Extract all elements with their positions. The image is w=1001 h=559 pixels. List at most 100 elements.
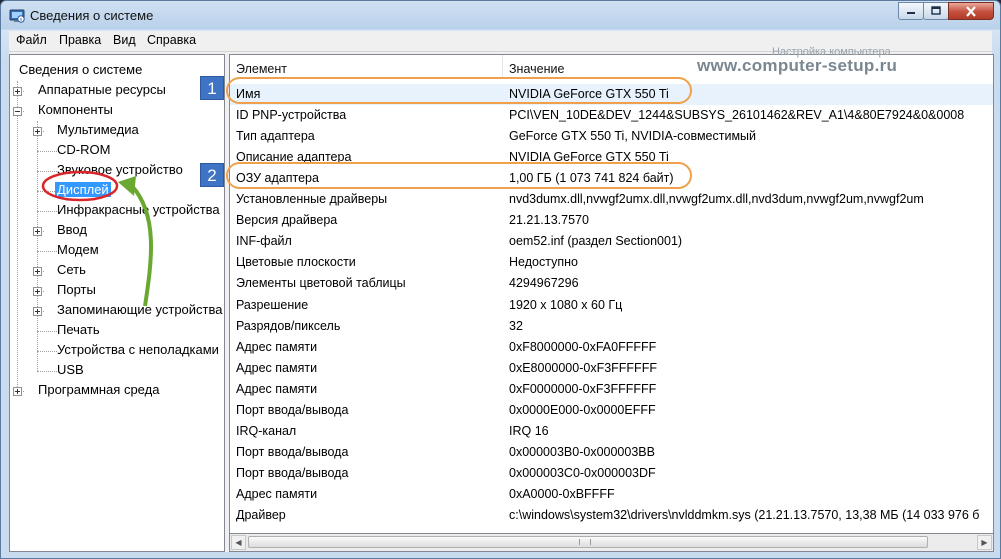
row-item-name: Цветовые плоскости bbox=[236, 255, 356, 270]
row-item-name: Адрес памяти bbox=[236, 360, 318, 375]
column-header-item[interactable]: Элемент bbox=[230, 55, 503, 77]
expand-multimedia-icon[interactable] bbox=[33, 127, 42, 136]
row-item-value: 32 bbox=[509, 318, 523, 333]
row-item-value: 0x000003C0-0x000003DF bbox=[509, 465, 656, 480]
row-item-name: Порт ввода/вывода bbox=[236, 402, 349, 417]
close-icon bbox=[966, 5, 976, 17]
row-item-name: Версия драйвера bbox=[236, 213, 338, 228]
row-item-value: 0xA0000-0xBFFFF bbox=[509, 486, 615, 501]
collapse-components-icon[interactable] bbox=[13, 107, 22, 116]
tree-item-problem-devices[interactable]: Устройства с неполадками bbox=[57, 342, 219, 357]
horizontal-scrollbar[interactable]: ◀ ▶ bbox=[229, 534, 994, 552]
tree-item-printing[interactable]: Печать bbox=[57, 322, 100, 337]
scrollbar-thumb[interactable] bbox=[248, 536, 928, 548]
row-item-value: nvd3dumx.dll,nvwgf2umx.dll,nvwgf2umx.dll… bbox=[509, 192, 924, 207]
system-info-app-icon bbox=[9, 9, 25, 23]
annotation-badge-1: 1 bbox=[200, 76, 224, 100]
row-item-value: GeForce GTX 550 Ti, NVIDIA-совместимый bbox=[509, 129, 757, 144]
table-row[interactable]: Адрес памяти 0xA0000-0xBFFFF bbox=[230, 484, 993, 505]
expand-hardware-icon[interactable] bbox=[13, 87, 22, 96]
tree-item-components[interactable]: Компоненты bbox=[38, 102, 113, 117]
row-item-value: 0xF8000000-0xFA0FFFFF bbox=[509, 339, 657, 354]
row-item-name: Порт ввода/вывода bbox=[236, 444, 349, 459]
table-row[interactable]: Драйвер c:\windows\system32\drivers\nvldd… bbox=[230, 505, 993, 526]
tree-item-infrared[interactable]: Инфракрасные устройства bbox=[57, 202, 220, 217]
table-row[interactable]: Версия драйвера 21.21.13.7570 bbox=[230, 210, 993, 231]
row-item-value: 1920 x 1080 x 60 Гц bbox=[509, 297, 623, 312]
details-list[interactable]: Элемент Значение Имя NVIDIA GeForce GTX 5… bbox=[229, 54, 994, 534]
scroll-left-icon[interactable]: ◀ bbox=[231, 535, 246, 550]
tree-item-sound[interactable]: Звуковое устройство bbox=[57, 162, 183, 177]
row-item-name: Установленные драйверы bbox=[236, 192, 388, 207]
tree-item-modem[interactable]: Модем bbox=[57, 242, 99, 257]
expand-software-icon[interactable] bbox=[13, 387, 22, 396]
table-row[interactable]: Цветовые плоскости Недоступно bbox=[230, 252, 993, 273]
tree-item-display[interactable]: Дисплей bbox=[55, 182, 111, 197]
row-item-value: 4294967296 bbox=[509, 276, 579, 291]
table-row[interactable]: Адрес памяти 0xE8000000-0xF3FFFFFF bbox=[230, 358, 993, 379]
row-item-value: 0x000003B0-0x000003BB bbox=[509, 444, 655, 459]
table-row[interactable]: Разрешение 1920 x 1080 x 60 Гц bbox=[230, 295, 993, 316]
row-item-name: INF-файл bbox=[236, 234, 292, 249]
table-row[interactable]: INF-файл oem52.inf (раздел Section001) bbox=[230, 231, 993, 252]
table-row[interactable]: Порт ввода/вывода 0x000003B0-0x000003BB bbox=[230, 442, 993, 463]
client-area: Сведения о системе Аппаратные ресурсы Ко… bbox=[9, 52, 994, 552]
minimize-icon bbox=[907, 12, 915, 14]
expand-ports-icon[interactable] bbox=[33, 287, 42, 296]
table-row[interactable]: Установленные драйверы nvd3dumx.dll,nvwgf… bbox=[230, 189, 993, 210]
tree-item-network[interactable]: Сеть bbox=[57, 262, 86, 277]
row-item-name: Элементы цветовой таблицы bbox=[236, 276, 406, 291]
table-row[interactable]: Разрядов/пиксель 32 bbox=[230, 316, 993, 337]
tree-item-ports[interactable]: Порты bbox=[57, 282, 96, 297]
tree-item-multimedia[interactable]: Мультимедиа bbox=[57, 122, 139, 137]
tree-item-input[interactable]: Ввод bbox=[57, 222, 87, 237]
row-item-name: ID PNP-устройства bbox=[236, 108, 347, 123]
table-row[interactable]: Адрес памяти 0xF8000000-0xFA0FFFFF bbox=[230, 337, 993, 358]
scroll-right-icon[interactable]: ▶ bbox=[977, 535, 992, 550]
title-bar[interactable]: Сведения о системе bbox=[1, 1, 1000, 31]
maximize-button[interactable] bbox=[923, 2, 949, 20]
table-row[interactable]: Порт ввода/вывода 0x000003C0-0x000003DF bbox=[230, 463, 993, 484]
tree-item-storage[interactable]: Запоминающие устройства bbox=[57, 302, 222, 317]
table-row[interactable]: Тип адаптера GeForce GTX 550 Ti, NVIDIA-с… bbox=[230, 126, 993, 147]
table-row[interactable]: IRQ-канал IRQ 16 bbox=[230, 421, 993, 442]
row-item-value: 0xE8000000-0xF3FFFFFF bbox=[509, 360, 657, 375]
menu-help[interactable]: Справка bbox=[147, 33, 196, 47]
row-item-value: PCI\VEN_10DE&DEV_1244&SUBSYS_26101462&RE… bbox=[509, 108, 965, 123]
row-item-value: IRQ 16 bbox=[509, 423, 549, 438]
minimize-button[interactable] bbox=[898, 2, 924, 20]
callout-ram-row bbox=[226, 162, 692, 189]
window-title: Сведения о системе bbox=[30, 8, 154, 23]
menu-edit[interactable]: Правка bbox=[59, 33, 101, 47]
row-item-name: Тип адаптера bbox=[236, 129, 315, 144]
row-item-value: 0x0000E000-0x0000EFFF bbox=[509, 402, 656, 417]
maximize-icon bbox=[931, 6, 941, 15]
menu-view[interactable]: Вид bbox=[113, 33, 136, 47]
annotation-badge-2: 2 bbox=[200, 163, 224, 187]
row-item-name: Адрес памяти bbox=[236, 486, 318, 501]
row-item-name: Разрешение bbox=[236, 297, 309, 312]
table-row[interactable]: ID PNP-устройства PCI\VEN_10DE&DEV_1244&S… bbox=[230, 105, 993, 126]
tree-item-system-summary[interactable]: Сведения о системе bbox=[19, 62, 142, 77]
table-row[interactable]: Порт ввода/вывода 0x0000E000-0x0000EFFF bbox=[230, 400, 993, 421]
tree-item-hardware[interactable]: Аппаратные ресурсы bbox=[38, 82, 166, 97]
tree-item-usb[interactable]: USB bbox=[57, 362, 84, 377]
callout-name-row bbox=[226, 77, 692, 104]
table-row[interactable]: Адрес памяти 0xF0000000-0xF3FFFFFF bbox=[230, 379, 993, 400]
menu-file[interactable]: Файл bbox=[16, 33, 47, 47]
row-item-value: Недоступно bbox=[509, 255, 578, 270]
row-item-value: 0xF0000000-0xF3FFFFFF bbox=[509, 381, 657, 396]
row-item-name: Адрес памяти bbox=[236, 381, 318, 396]
row-item-name: Драйвер bbox=[236, 508, 286, 522]
watermark-url: www.computer-setup.ru bbox=[697, 56, 898, 75]
expand-storage-icon[interactable] bbox=[33, 307, 42, 316]
expand-network-icon[interactable] bbox=[33, 267, 42, 276]
category-tree[interactable]: Сведения о системе Аппаратные ресурсы Ко… bbox=[9, 54, 225, 552]
close-button[interactable] bbox=[948, 2, 994, 20]
tree-item-software[interactable]: Программная среда bbox=[38, 382, 159, 397]
row-item-name: Адрес памяти bbox=[236, 339, 318, 354]
tree-item-cdrom[interactable]: CD-ROM bbox=[57, 142, 110, 157]
expand-input-icon[interactable] bbox=[33, 227, 42, 236]
table-row[interactable]: Элементы цветовой таблицы 4294967296 bbox=[230, 273, 993, 294]
row-item-name: IRQ-канал bbox=[236, 423, 297, 438]
